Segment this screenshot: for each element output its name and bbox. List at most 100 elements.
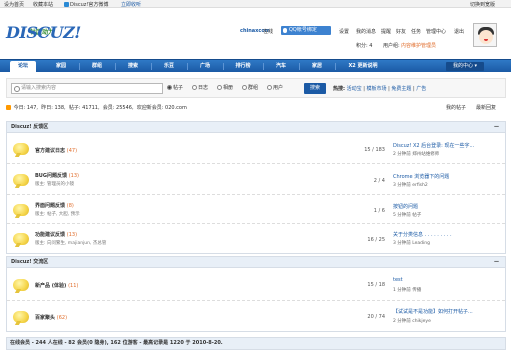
- nav-auto[interactable]: 汽车: [268, 60, 294, 72]
- forum-counts: 16 / 25: [367, 237, 385, 243]
- search-button[interactable]: 搜索: [304, 83, 326, 94]
- header: 社区动力 DISCUZ! chinaxcom 在线 QQ帐号绑定 设置 我的消息…: [0, 9, 511, 58]
- nav-divider: [151, 63, 152, 70]
- last-post-meta[interactable]: 3 分钟前 Leading: [393, 240, 430, 246]
- last-post-meta[interactable]: 1 分钟前 传播: [393, 287, 421, 293]
- settings-link[interactable]: 设置: [339, 28, 349, 35]
- last-post-meta[interactable]: 3 分钟前 erfish2: [393, 182, 428, 188]
- nav-forum[interactable]: 论坛: [10, 61, 36, 72]
- forum-moderators[interactable]: 版主: 向问繁生, majianjun, 杰总管: [35, 240, 106, 246]
- forum-row: 界面问题反馈 (8) 版主: 帖子, 大胆, 预示 1 / 6 按钮的问题 5 …: [7, 196, 505, 224]
- logo[interactable]: DISCUZ!: [6, 23, 81, 42]
- last-post-title[interactable]: 按钮的问题: [393, 203, 418, 210]
- last-post-title[interactable]: test: [393, 277, 403, 283]
- last-post-title[interactable]: 【试试是不是功能】如何打开帖子...: [393, 308, 473, 315]
- forum-status-icon: [13, 174, 29, 186]
- my-center-button[interactable]: 我的中心 ▾: [446, 62, 484, 71]
- radio-icon: [192, 85, 197, 90]
- online-status[interactable]: 在线: [263, 28, 273, 35]
- forum-name[interactable]: BUG问题反馈 (13): [35, 172, 79, 179]
- forum-counts: 15 / 18: [367, 282, 385, 288]
- search-option-groups[interactable]: 群组: [242, 84, 258, 91]
- usergroup-label: 用户组:: [383, 43, 400, 49]
- search-option-albums[interactable]: 相册: [217, 84, 233, 91]
- radio-icon: [167, 85, 172, 90]
- notifications-link[interactable]: 提醒: [381, 28, 391, 35]
- messages-link[interactable]: 我的消息: [356, 28, 376, 35]
- forum-row: 新产品 (体验) (11) 15 / 18 test 1 分钟前 传播: [7, 269, 505, 301]
- hot-searches: 热搜: 活动宝 | 模板市场 | 免费主题 | 广告: [333, 86, 427, 92]
- weibo-link[interactable]: Discuz!官方微博: [64, 1, 108, 8]
- set-homepage-link[interactable]: 设为首页: [4, 1, 24, 8]
- last-post-meta[interactable]: 2 分钟前 郑州站维修师: [393, 151, 439, 157]
- forum-name[interactable]: 新产品 (体验) (11): [35, 282, 78, 289]
- search-input[interactable]: 请输入搜索内容: [11, 83, 163, 94]
- forum-name[interactable]: 功能建议反馈 (13): [35, 231, 77, 238]
- nav-ranking[interactable]: 排行榜: [228, 60, 258, 72]
- radio-icon: [217, 85, 222, 90]
- collapse-icon[interactable]: —: [494, 122, 499, 133]
- nav-divider: [335, 63, 336, 70]
- forum-status-icon: [13, 233, 29, 245]
- rss-icon[interactable]: [6, 105, 11, 110]
- nav-divider: [79, 63, 80, 70]
- nav-ledou[interactable]: 乐豆: [156, 60, 182, 72]
- friends-link[interactable]: 好友: [396, 28, 406, 35]
- qq-bind-button[interactable]: QQ帐号绑定: [281, 26, 331, 35]
- nav-groups[interactable]: 群组: [84, 60, 110, 72]
- last-post-meta[interactable]: 5 分钟前 帖子: [393, 212, 421, 218]
- forum-name[interactable]: 百家聚头 (62): [35, 314, 67, 321]
- nav-x2-notes[interactable]: X2 更新说明: [340, 60, 386, 72]
- top-bar: 设为首页 收藏本站 Discuz!官方微博 立即收听 切换到宽版: [0, 0, 511, 8]
- nav-search[interactable]: 搜索: [120, 60, 146, 72]
- forum-counts: 20 / 74: [367, 314, 385, 320]
- points-label[interactable]: 积分: 4: [356, 42, 372, 49]
- forum-moderators[interactable]: 版主: 管理员的小镜: [35, 181, 74, 187]
- forum-section-feedback: Discuz! 反馈区 — 官方建议日志 (47) 15 / 183 Discu…: [6, 121, 506, 254]
- forum-status-icon: [13, 143, 29, 155]
- my-posts-link[interactable]: 我的帖子: [446, 104, 466, 111]
- search-option-posts[interactable]: 帖子: [167, 84, 183, 91]
- latest-replies-link[interactable]: 最新回复: [476, 104, 496, 111]
- bookmark-link[interactable]: 收藏本站: [33, 1, 53, 8]
- admin-center-link[interactable]: 管理中心: [426, 28, 446, 35]
- forum-counts: 1 / 6: [373, 208, 385, 214]
- last-post-meta[interactable]: 2 分钟前 chikjeye: [393, 318, 431, 324]
- tasks-link[interactable]: 任务: [411, 28, 421, 35]
- forum-stats: 今日: 147, 昨日: 138, 帖子: 41711, 会员: 25546, …: [6, 104, 187, 111]
- nav-divider: [299, 63, 300, 70]
- forum-row: 百家聚头 (62) 20 / 74 【试试是不是功能】如何打开帖子... 2 分…: [7, 302, 505, 331]
- logout-link[interactable]: 退出: [454, 28, 464, 35]
- collapse-icon[interactable]: —: [494, 257, 499, 268]
- forum-section-exchange: Discuz! 交流区 — 新产品 (体验) (11) 15 / 18 test…: [6, 256, 506, 332]
- usergroup-value[interactable]: 内容维护管理员: [401, 42, 436, 49]
- hot-search-item[interactable]: 活动宝: [347, 86, 362, 92]
- nav-divider: [115, 63, 116, 70]
- hot-search-item[interactable]: 免费主题: [391, 86, 411, 92]
- last-post-title[interactable]: Discuz! X2 后台登录: 现在一些字...: [393, 142, 474, 149]
- follow-link[interactable]: 立即收听: [121, 1, 141, 8]
- last-post-title[interactable]: Chrome 浏览器下的问题: [393, 173, 449, 180]
- hot-search-item[interactable]: 模板市场: [366, 86, 386, 92]
- nav-home-living[interactable]: 家居: [304, 60, 330, 72]
- chevron-down-icon: ▾: [474, 63, 478, 69]
- nav-square[interactable]: 广场: [192, 60, 218, 72]
- forum-row: 官方建议日志 (47) 15 / 183 Discuz! X2 后台登录: 现在…: [7, 134, 505, 164]
- search-option-users[interactable]: 用户: [267, 84, 283, 91]
- nav-divider: [223, 63, 224, 70]
- forum-moderators[interactable]: 版主: 帖子, 大胆, 预示: [35, 211, 80, 217]
- hot-search-item[interactable]: 广告: [416, 86, 426, 92]
- search-option-blogs[interactable]: 日志: [192, 84, 208, 91]
- last-post-title[interactable]: 关于分类信息 . . . . . . . . .: [393, 231, 452, 238]
- nav-home[interactable]: 家园: [48, 60, 74, 72]
- nav-divider: [263, 63, 264, 70]
- forum-name[interactable]: 官方建议日志 (47): [35, 147, 77, 154]
- nav-divider: [187, 63, 188, 70]
- forum-name[interactable]: 界面问题反馈 (8): [35, 202, 74, 209]
- avatar[interactable]: [473, 23, 497, 47]
- avatar-face: [479, 30, 493, 44]
- section-header: Discuz! 交流区 —: [7, 257, 505, 268]
- switch-width-link[interactable]: 切换到宽版: [470, 1, 495, 8]
- online-members-bar[interactable]: 在线会员 - 244 人在线 - 82 会员(0 隐身), 162 位游客 - …: [6, 337, 506, 350]
- main-nav: 论坛 家园 群组 搜索 乐豆 广场 排行榜 汽车 家居 X2 更新说明 我的中心…: [0, 59, 511, 72]
